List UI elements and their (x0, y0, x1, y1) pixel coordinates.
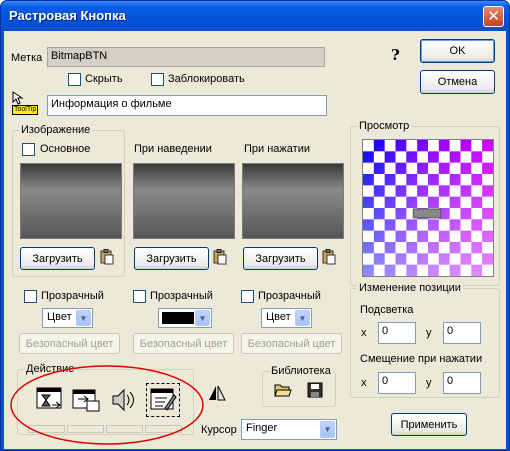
transparent-checkbox-press[interactable] (241, 290, 254, 303)
highlight-label: Подсветка (360, 304, 414, 316)
lock-checkbox[interactable] (151, 73, 164, 86)
position-group-title: Изменение позиции (357, 282, 463, 294)
tooltip-field[interactable]: Информация о фильме (47, 95, 327, 116)
press-image-label: При нажатии (244, 143, 310, 155)
transparent-label-hover: Прозрачный (150, 290, 213, 302)
close-icon: ✕ (487, 8, 500, 25)
highlight-x-label: x (361, 327, 367, 339)
shift-y-label: y (426, 377, 432, 389)
lock-checkbox-label: Заблокировать (168, 73, 245, 85)
select-value: Цвет (266, 311, 291, 323)
tooltip-badge: ToolTip (12, 105, 39, 115)
paste-icon[interactable] (100, 249, 114, 265)
ok-button[interactable]: OK (420, 39, 495, 63)
transparent-checkbox-hover[interactable] (133, 290, 146, 303)
hover-image-label: При наведении (134, 143, 212, 155)
select-value: Цвет (47, 311, 72, 323)
flip-icon[interactable] (207, 384, 227, 402)
pointer-icon (12, 91, 24, 105)
cursor-label: Курсор (201, 424, 237, 436)
image-group-title: Изображение (19, 124, 93, 136)
paste-icon[interactable] (322, 249, 336, 265)
color-swatch-select[interactable]: ▼ (158, 308, 212, 328)
close-button[interactable]: ✕ (483, 6, 504, 27)
label-caption: Метка (11, 52, 43, 64)
load-hover-button[interactable]: Загрузить (134, 247, 209, 270)
chevron-down-icon: ▼ (320, 421, 335, 438)
paste-icon[interactable] (213, 249, 227, 265)
preview-canvas (362, 139, 494, 277)
window-title: Растровая Кнопка (9, 8, 126, 23)
preview-group-title: Просмотр (357, 120, 412, 132)
help-icon[interactable]: ? (391, 46, 400, 64)
shift-y-input[interactable]: 0 (443, 372, 481, 394)
dialog-window: Растровая Кнопка ✕ Метка BitmapBTN Скрыт… (0, 0, 510, 451)
highlight-y-input[interactable]: 0 (443, 322, 481, 344)
transparent-label-press: Прозрачный (258, 290, 321, 302)
library-group-title: Библиотека (269, 365, 333, 377)
shift-x-input[interactable]: 0 (378, 372, 416, 394)
highlight-x-input[interactable]: 0 (378, 322, 416, 344)
folder-open-icon[interactable] (274, 382, 292, 398)
hide-checkbox[interactable] (68, 73, 81, 86)
cursor-select-value: Finger (246, 422, 278, 434)
shift-x-label: x (361, 377, 367, 389)
save-icon[interactable] (307, 382, 323, 398)
transparent-checkbox-main[interactable] (24, 290, 37, 303)
color-mode-select-main[interactable]: Цвет ▼ (42, 308, 93, 328)
chevron-down-icon: ▼ (295, 310, 310, 326)
load-press-button[interactable]: Загрузить (243, 247, 318, 270)
apply-button[interactable]: Применить (391, 413, 467, 436)
main-image-label: Основное (40, 143, 91, 155)
title-bar[interactable]: Растровая Кнопка ✕ (1, 1, 509, 31)
press-image-preview (242, 163, 344, 239)
color-mode-select-press[interactable]: Цвет ▼ (261, 308, 312, 328)
main-image-preview (20, 163, 122, 239)
main-image-checkbox[interactable] (22, 143, 35, 156)
safe-color-button-hover[interactable]: Безопасный цвет (133, 333, 234, 354)
shift-label: Смещение при нажатии (360, 353, 483, 365)
safe-color-button-main[interactable]: Безопасный цвет (19, 333, 120, 354)
dialog-body: Метка BitmapBTN Скрыть Заблокировать ? T… (4, 31, 506, 449)
safe-color-button-press[interactable]: Безопасный цвет (241, 333, 342, 354)
chevron-down-icon: ▼ (195, 310, 210, 326)
hide-checkbox-label: Скрыть (85, 73, 123, 85)
chevron-down-icon: ▼ (76, 310, 91, 326)
label-field[interactable]: BitmapBTN (47, 47, 325, 67)
annotation-ellipse (10, 365, 204, 445)
color-swatch (162, 312, 194, 324)
hover-image-preview (133, 163, 235, 239)
transparent-label-main: Прозрачный (41, 290, 104, 302)
load-main-button[interactable]: Загрузить (20, 247, 95, 270)
cancel-button[interactable]: Отмена (420, 70, 495, 94)
cursor-select[interactable]: Finger ▼ (241, 419, 337, 440)
highlight-y-label: y (426, 327, 432, 339)
